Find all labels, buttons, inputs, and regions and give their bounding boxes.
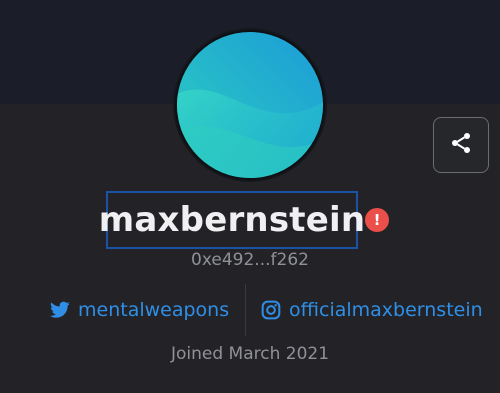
instagram-link[interactable]: officialmaxbernstein [261, 296, 483, 324]
wallet-address[interactable]: 0xe492...f262 [0, 250, 500, 270]
twitter-handle: mentalweapons [78, 299, 230, 321]
username-selection[interactable]: maxbernstein [99, 191, 365, 249]
avatar[interactable] [177, 32, 323, 178]
warning-icon[interactable]: ! [365, 208, 389, 232]
share-button[interactable] [433, 117, 489, 173]
twitter-icon [50, 301, 70, 319]
username: maxbernstein [98, 200, 366, 240]
share-icon [449, 131, 473, 159]
avatar-image [177, 32, 323, 178]
social-divider [245, 284, 246, 336]
instagram-icon [261, 300, 281, 320]
joined-date: Joined March 2021 [170, 344, 330, 364]
profile-page: maxbernstein ! 0xe492...f262 mentalweapo… [0, 0, 500, 393]
instagram-handle: officialmaxbernstein [289, 299, 483, 321]
twitter-link[interactable]: mentalweapons [50, 296, 229, 324]
